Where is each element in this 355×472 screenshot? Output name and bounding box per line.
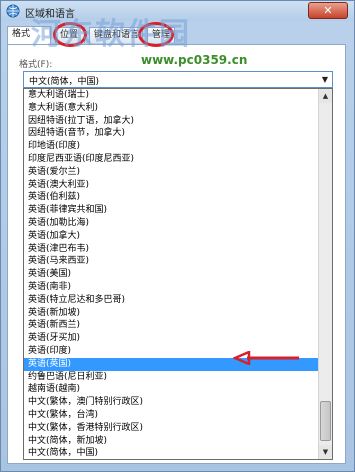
list-item[interactable]: 英语(澳大利亚) [24, 179, 319, 192]
close-button[interactable]: ✕ [308, 2, 348, 19]
format-options: 意大利语(瑞士) 意大利语(意大利) 因纽特语(拉丁语，加拿大) 因纽特语(音节，加拿… [24, 89, 319, 459]
scrollbar-thumb[interactable] [320, 401, 331, 441]
list-item[interactable]: 英语(加勒比海) [24, 217, 319, 230]
list-item[interactable]: 中文(繁体，澳门特别行政区) [24, 396, 319, 409]
watermark-brand: 河东软件园 [31, 17, 191, 52]
globe-icon [6, 4, 20, 18]
format-label: 格式(F): [19, 60, 53, 70]
list-item[interactable]: 英语(牙买加) [24, 332, 319, 345]
list-item[interactable]: 中文(简体，新加坡) [24, 435, 319, 448]
list-item[interactable]: 英语(津巴布韦) [24, 243, 319, 256]
list-item[interactable]: 英语(伯利兹) [24, 191, 319, 204]
list-item[interactable]: 英语(特立尼达和多巴哥) [24, 294, 319, 307]
list-item[interactable]: 英语(爱尔兰) [24, 166, 319, 179]
list-item[interactable]: 英语(新加坡) [24, 307, 319, 320]
chevron-down-icon: ▼ [321, 75, 328, 84]
region-language-window: 区域和语言 ✕ 格式 位置 键盘和语言 管理 格式(F): 中文(简体，中国) … [0, 0, 355, 472]
list-item[interactable]: 中文(简体，中国) [24, 447, 319, 459]
list-item[interactable]: 英语(菲律宾共和国) [24, 204, 319, 217]
watermark-url: www.pc0359.cn [141, 53, 248, 67]
scroll-down-icon[interactable]: ▼ [319, 445, 332, 459]
list-item[interactable]: 越南语(越南) [24, 383, 319, 396]
list-item[interactable]: 约鲁巴语(尼日利亚) [24, 371, 319, 384]
list-item[interactable]: 英语(马来西亚) [24, 255, 319, 268]
list-item[interactable]: 意大利语(意大利) [24, 102, 319, 115]
list-scrollbar[interactable]: ▲ ▼ [318, 89, 332, 459]
list-item[interactable]: 印度尼西亚语(印度尼西亚) [24, 153, 319, 166]
scroll-up-icon[interactable]: ▲ [319, 89, 332, 103]
format-dropdown[interactable]: 中文(简体，中国) ▼ [23, 71, 333, 88]
list-item[interactable]: 英语(南非) [24, 281, 319, 294]
annotation-arrow-icon [233, 351, 299, 365]
list-item[interactable]: 因纽特语(拉丁语，加拿大) [24, 115, 319, 128]
list-item[interactable]: 印地语(印度) [24, 140, 319, 153]
list-item[interactable]: 因纽特语(音节，加拿大) [24, 127, 319, 140]
list-item[interactable]: 意大利语(瑞士) [24, 89, 319, 102]
list-item[interactable]: 英语(加拿大) [24, 230, 319, 243]
list-item[interactable]: 中文(繁体，台湾) [24, 409, 319, 422]
list-item[interactable]: 英语(新西兰) [24, 319, 319, 332]
list-item[interactable]: 英语(美国) [24, 268, 319, 281]
list-item[interactable]: 中文(繁体，香港特别行政区) [24, 422, 319, 435]
format-dropdown-list[interactable]: 意大利语(瑞士) 意大利语(意大利) 因纽特语(拉丁语，加拿大) 因纽特语(音节，加拿… [23, 88, 333, 460]
format-dropdown-value: 中文(简体，中国) [29, 77, 100, 87]
